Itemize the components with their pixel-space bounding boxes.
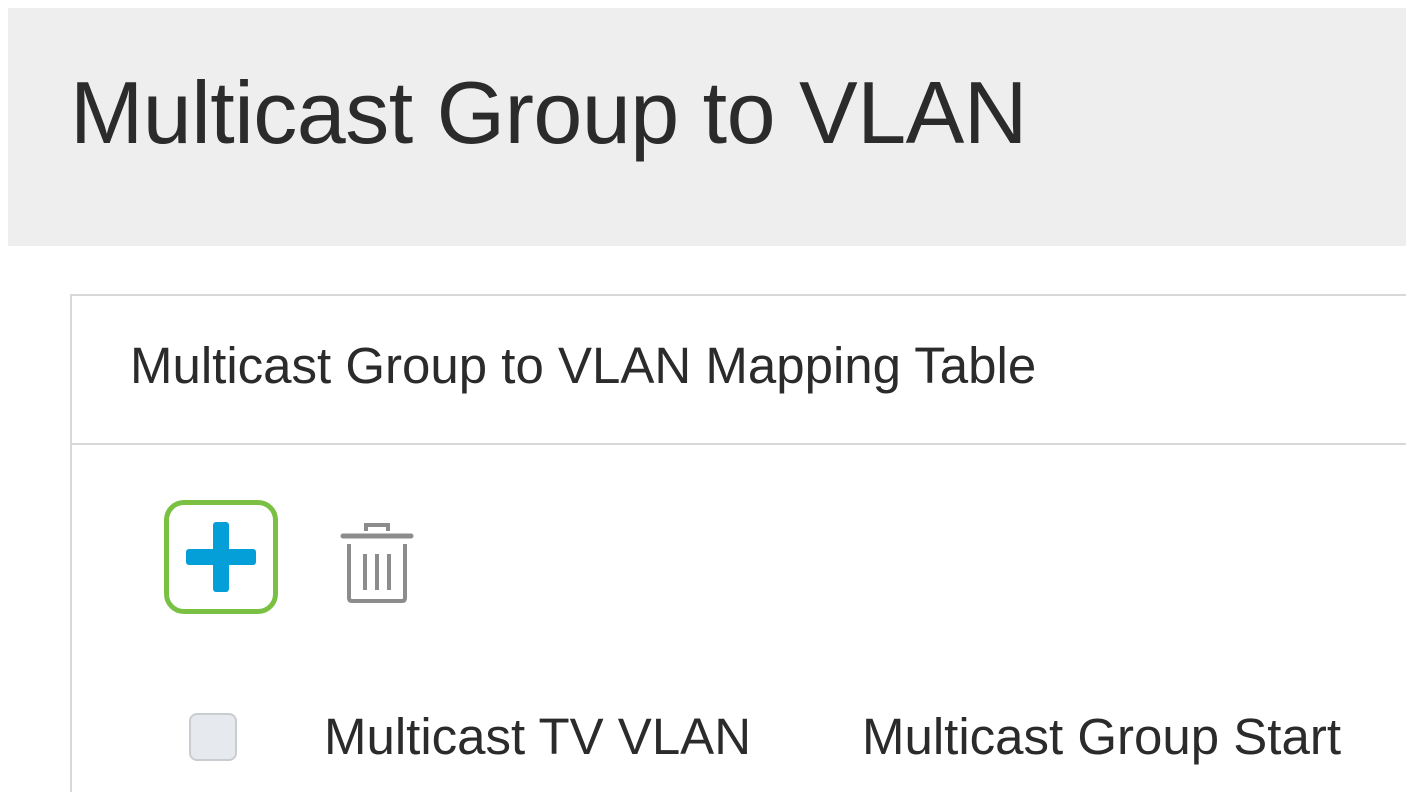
mapping-table-panel: Multicast Group to VLAN Mapping Table Mu… (70, 294, 1406, 792)
column-header-multicast-tv-vlan[interactable]: Multicast TV VLAN (324, 709, 751, 765)
trash-icon (340, 523, 414, 603)
column-header-multicast-group-start[interactable]: Multicast Group Start (862, 709, 1341, 765)
page-title: Multicast Group to VLAN (70, 63, 1027, 162)
select-all-checkbox[interactable] (189, 713, 237, 761)
panel-title: Multicast Group to VLAN Mapping Table (130, 337, 1037, 394)
plus-icon (186, 522, 256, 592)
delete-button[interactable] (340, 522, 414, 604)
add-button[interactable] (164, 500, 278, 614)
table-header-row: Multicast TV VLAN Multicast Group Start (72, 696, 1406, 776)
panel-divider (72, 443, 1406, 445)
page-header: Multicast Group to VLAN (8, 8, 1406, 246)
